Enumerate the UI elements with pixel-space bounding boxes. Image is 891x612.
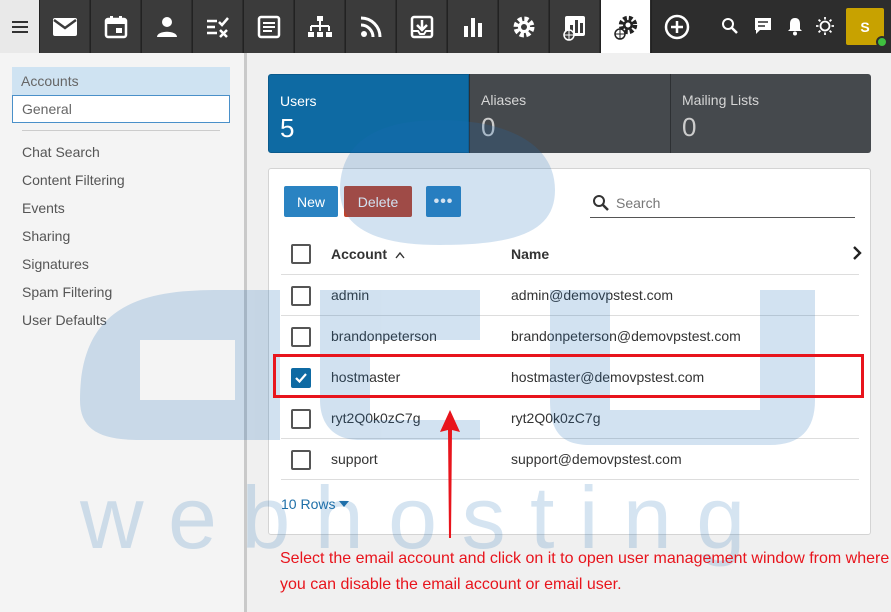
stat-label: Mailing Lists	[682, 92, 760, 108]
row-checkbox[interactable]	[291, 409, 311, 429]
sidebar-item-content-filtering[interactable]: Content Filtering	[22, 172, 125, 188]
sidebar-item-user-defaults[interactable]: User Defaults	[22, 312, 107, 328]
delete-button[interactable]: Delete	[344, 186, 412, 217]
cell-account[interactable]: support	[331, 451, 378, 467]
caret-down-icon	[339, 501, 350, 507]
sidebar-item-spam-filtering[interactable]: Spam Filtering	[22, 284, 112, 300]
sidebar-item-signatures[interactable]: Signatures	[22, 256, 89, 272]
stat-value: 5	[280, 113, 295, 143]
add-button[interactable]	[651, 0, 701, 53]
more-options-button[interactable]: •••	[426, 186, 461, 217]
reports-button[interactable]	[447, 0, 497, 53]
notes-icon	[257, 15, 280, 38]
cell-name[interactable]: brandonpeterson@demovpstest.com	[511, 328, 741, 344]
column-header-label: Account	[331, 246, 387, 262]
contacts-icon	[156, 16, 177, 37]
chat-icon	[755, 18, 771, 34]
theme-toggle-button[interactable]	[813, 14, 837, 38]
stat-aliases-card[interactable]: Aliases 0	[469, 74, 670, 153]
chat-button[interactable]	[751, 14, 775, 38]
sidebar	[0, 53, 245, 612]
rows-per-page-label: 10 Rows	[281, 496, 336, 512]
notes-button[interactable]	[243, 0, 293, 53]
arrow-up-icon	[440, 410, 460, 538]
stat-mailing-lists-card[interactable]: Mailing Lists 0	[670, 74, 871, 153]
column-header-account[interactable]: Account	[331, 246, 405, 262]
row-divider	[281, 274, 859, 275]
domain-reports-button[interactable]	[549, 0, 599, 53]
search-icon	[593, 195, 609, 211]
sidebar-item-sharing[interactable]: Sharing	[22, 228, 70, 244]
cell-name[interactable]: admin@demovpstest.com	[511, 287, 673, 303]
sidebar-item-events[interactable]: Events	[22, 200, 65, 216]
stat-users-card[interactable]: Users 5	[268, 74, 469, 153]
bell-icon	[788, 18, 802, 36]
cell-account[interactable]: ryt2Q0k0zC7g	[331, 410, 420, 426]
stat-label: Aliases	[481, 92, 527, 108]
select-all-checkbox[interactable]	[291, 244, 311, 264]
tasks-icon	[206, 16, 229, 38]
mail-icon	[52, 17, 77, 36]
sidebar-item-chat-search[interactable]: Chat Search	[22, 144, 100, 160]
sidebar-divider	[22, 130, 220, 131]
cell-account[interactable]: brandonpeterson	[331, 328, 437, 344]
row-checkbox[interactable]	[291, 327, 311, 347]
add-icon	[664, 14, 689, 39]
menu-icon	[11, 20, 28, 33]
search-icon	[722, 18, 738, 34]
rows-per-page-dropdown[interactable]: 10 Rows	[281, 496, 350, 512]
sitemap-icon	[307, 15, 332, 37]
settings-icon	[513, 16, 534, 37]
column-header-name[interactable]: Name	[511, 246, 549, 262]
row-checkbox[interactable]	[291, 286, 311, 306]
row-divider	[281, 438, 859, 439]
sidebar-item-general[interactable]: General	[12, 95, 230, 123]
sitemap-button[interactable]	[294, 0, 344, 53]
archive-button[interactable]	[396, 0, 446, 53]
sidebar-item-accounts[interactable]: Accounts	[12, 67, 230, 95]
sort-ascending-icon	[395, 251, 405, 259]
user-avatar[interactable]: S	[846, 8, 888, 48]
cell-name[interactable]: ryt2Q0k0zC7g	[511, 410, 600, 426]
rss-button[interactable]	[345, 0, 395, 53]
selected-row-highlight	[273, 354, 864, 398]
stat-value: 0	[481, 112, 496, 142]
row-divider	[281, 479, 859, 480]
domain-settings-icon	[613, 15, 637, 40]
calendar-icon	[104, 15, 127, 38]
avatar-initial: S	[860, 18, 870, 35]
row-checkbox[interactable]	[291, 450, 311, 470]
search-box	[590, 188, 855, 218]
cell-name[interactable]: support@demovpstest.com	[511, 451, 682, 467]
menu-button[interactable]	[0, 0, 39, 53]
domain-settings-button[interactable]	[600, 0, 650, 53]
settings-button[interactable]	[498, 0, 548, 53]
reports-icon	[463, 17, 482, 37]
cell-account[interactable]: admin	[331, 287, 369, 303]
top-toolbar: S	[0, 0, 891, 53]
sun-icon	[816, 17, 834, 35]
stat-label: Users	[280, 93, 317, 109]
notifications-button[interactable]	[783, 14, 807, 38]
calendar-button[interactable]	[90, 0, 140, 53]
mail-button[interactable]	[39, 0, 89, 53]
stat-value: 0	[682, 112, 697, 142]
contacts-button[interactable]	[141, 0, 191, 53]
scroll-columns-button[interactable]	[848, 244, 866, 267]
new-button[interactable]: New	[284, 186, 338, 217]
instruction-text: Select the email account and click on it…	[280, 550, 890, 593]
domain-reports-icon	[562, 15, 585, 41]
rss-icon	[360, 16, 381, 37]
global-search-button[interactable]	[718, 14, 742, 38]
row-divider	[281, 315, 859, 316]
chevron-right-icon	[853, 246, 862, 260]
search-input[interactable]	[616, 192, 852, 214]
tasks-button[interactable]	[192, 0, 242, 53]
online-status-dot	[876, 36, 888, 48]
archive-icon	[410, 15, 433, 38]
